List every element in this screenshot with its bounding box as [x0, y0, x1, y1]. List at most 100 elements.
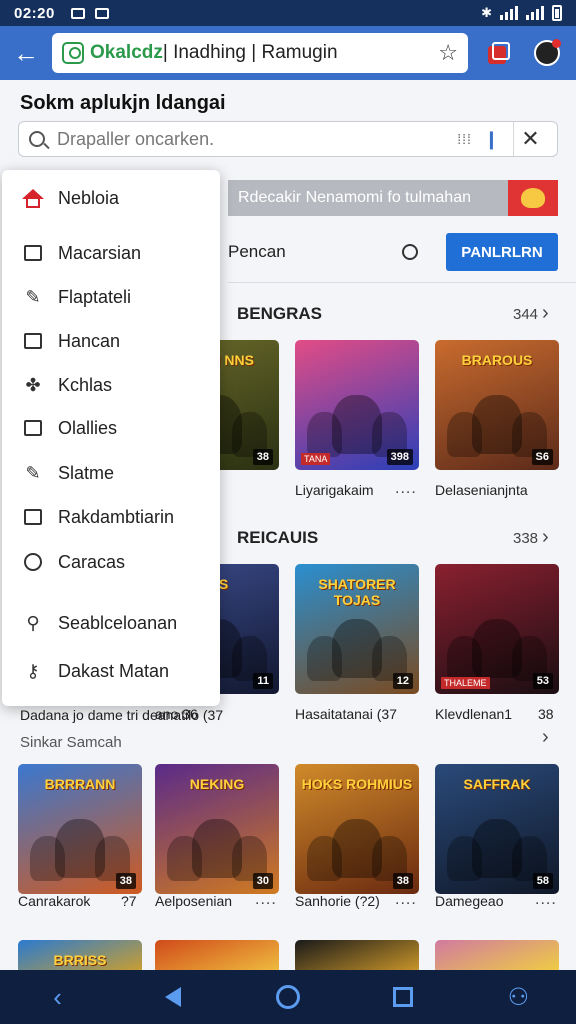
card-caption[interactable]: Canrakarok	[18, 893, 90, 909]
game-card[interactable]: TANA 398	[295, 340, 419, 470]
drawer-item-label: Kchlas	[58, 374, 113, 395]
more-options-icon[interactable]: ....	[255, 891, 277, 909]
nav-triangle-button[interactable]	[145, 987, 201, 1007]
puzzle-icon: ✤	[25, 374, 41, 395]
home-icon	[22, 187, 44, 209]
card-title: BRRISS	[53, 952, 107, 968]
game-card[interactable]: THALEME 53	[435, 564, 559, 694]
character-art	[167, 835, 203, 881]
promo-banner[interactable]: Rdecakir Nenamomi fo tulmahan	[228, 180, 558, 216]
drawer-item-label: Flaptateli	[58, 286, 132, 307]
card-rating-badge: 38	[115, 873, 136, 889]
card-caption-extra: ?7	[121, 893, 137, 909]
box-shape	[24, 245, 42, 261]
card-caption[interactable]: Liyarigakaim	[295, 482, 374, 498]
drawer-item[interactable]: Hancan	[2, 321, 220, 361]
character-art	[30, 835, 66, 881]
chevron-right-icon[interactable]: ›	[542, 302, 549, 325]
search-bar[interactable]: Drapaller oncarken. ⁞⁞⁞ ❙ ✕	[18, 121, 558, 157]
profile-avatar[interactable]	[534, 39, 561, 66]
nav-recents-button[interactable]	[375, 987, 431, 1007]
character-art	[307, 835, 343, 881]
nav-home-button[interactable]	[260, 985, 316, 1009]
game-card[interactable]: BRRRANN 38	[18, 764, 142, 894]
drawer-item[interactable]: ✎ Flaptateli	[2, 277, 220, 317]
game-card[interactable]	[295, 940, 419, 974]
drawer-item[interactable]: Nebloia	[2, 178, 220, 218]
drawer-item[interactable]: Macarsian	[2, 233, 220, 273]
card-rating-badge: S6	[531, 449, 553, 465]
card-caption[interactable]: Aelposenian	[155, 893, 232, 909]
page-title: Sokm aplukjn ldangai	[20, 92, 226, 114]
primary-action-button[interactable]: PANLRLRN	[446, 233, 558, 271]
status-system-icons: ✱	[481, 5, 562, 21]
filter-radio[interactable]	[402, 244, 418, 260]
card-title: NEKING	[189, 776, 245, 792]
game-card[interactable]: NEKING 30	[155, 764, 279, 894]
search-icon: ⚲	[26, 612, 40, 633]
system-nav-bar: ‹ ⚇	[0, 970, 576, 1024]
status-time: 02:20	[14, 4, 55, 22]
chevron-right-icon[interactable]: ›	[542, 726, 549, 749]
clear-search-button[interactable]: ✕	[513, 122, 547, 156]
card-title: BRAROUS	[461, 352, 533, 368]
battery-icon	[552, 5, 562, 21]
edit-icon: ✎	[25, 462, 41, 483]
game-card[interactable]	[435, 940, 559, 974]
drawer-item[interactable]: ✤ Kchlas	[2, 365, 220, 405]
square-icon	[22, 506, 44, 528]
character-art	[447, 635, 483, 681]
section-title: Sinkar Samcah	[20, 734, 122, 751]
drawer-item[interactable]: ⚲ Seablceloanan	[2, 603, 220, 643]
tabs-button[interactable]	[488, 42, 514, 64]
game-card[interactable]: BRRISS	[18, 940, 142, 974]
key-icon: ⚷	[26, 660, 40, 681]
card-caption[interactable]: Hasaitatanai (37	[295, 706, 397, 722]
drawer-item[interactable]: Caracas	[2, 542, 220, 582]
bluetooth-icon: ✱	[481, 5, 492, 20]
nav-back-button[interactable]: ‹	[30, 982, 86, 1013]
back-button[interactable]: ←	[0, 26, 52, 80]
chevron-right-icon[interactable]: ›	[542, 526, 549, 549]
section-title: REICAUIS	[237, 528, 319, 547]
drawer-item[interactable]: Rakdambtiarin	[2, 497, 220, 537]
card-caption[interactable]: Delasenianjnta	[435, 482, 528, 498]
game-card[interactable]	[155, 940, 279, 974]
chevron-left-icon: ‹	[53, 981, 62, 1012]
card-rating-badge: 58	[532, 873, 553, 889]
card-caption[interactable]: Klevdlenan1	[435, 706, 512, 722]
game-card[interactable]: SHATORER TOJAS 12	[295, 564, 419, 694]
box-icon	[22, 330, 44, 352]
address-bar[interactable]: Okalcdz | Inadhing | Ramugin ☆	[52, 33, 468, 73]
grid-icon[interactable]: ⁞⁞⁞	[457, 131, 472, 147]
more-options-icon[interactable]: ....	[535, 891, 557, 909]
character-art	[307, 411, 343, 457]
game-card[interactable]: SAFFRAK 58	[435, 764, 559, 894]
nav-profile-button[interactable]: ⚇	[490, 983, 546, 1012]
more-options-icon[interactable]: ....	[395, 891, 417, 909]
people-icon: ⚇	[507, 983, 530, 1011]
cell-signal-icon	[526, 6, 544, 20]
bookmark-star-icon[interactable]: ☆	[438, 40, 458, 66]
drawer-item[interactable]: ⚷ Dakast Matan	[2, 651, 220, 691]
card-caption[interactable]: Damegeao	[435, 893, 504, 909]
section-count[interactable]: 338	[513, 530, 538, 547]
card-rating-badge: 30	[252, 873, 273, 889]
home-circle-icon	[275, 985, 300, 1009]
drawer-item[interactable]: Olallies	[2, 408, 220, 448]
more-options-icon[interactable]: ....	[395, 480, 417, 498]
character-art	[447, 411, 483, 457]
card-caption[interactable]: Sanhorie (?2)	[295, 893, 380, 909]
banner-badge	[508, 180, 558, 216]
search-input[interactable]: Drapaller oncarken.	[57, 129, 214, 150]
mic-icon[interactable]: ❙	[484, 129, 499, 150]
status-bar: 02:20 ✱	[0, 0, 576, 26]
section-count[interactable]: 344	[513, 306, 538, 323]
url-host: Okalcdz	[90, 42, 163, 63]
drawer-item-label: Slatme	[58, 462, 115, 483]
drawer-item[interactable]: ✎ Slatme	[2, 453, 220, 493]
app-screen: 02:20 ✱ ← Okalcdz | Inadhing | Ramugin ☆…	[0, 0, 576, 1024]
game-card[interactable]: HOKS ROHMIUS 38	[295, 764, 419, 894]
wifi-signal-icon	[500, 6, 518, 20]
game-card[interactable]: BRAROUS S6	[435, 340, 559, 470]
